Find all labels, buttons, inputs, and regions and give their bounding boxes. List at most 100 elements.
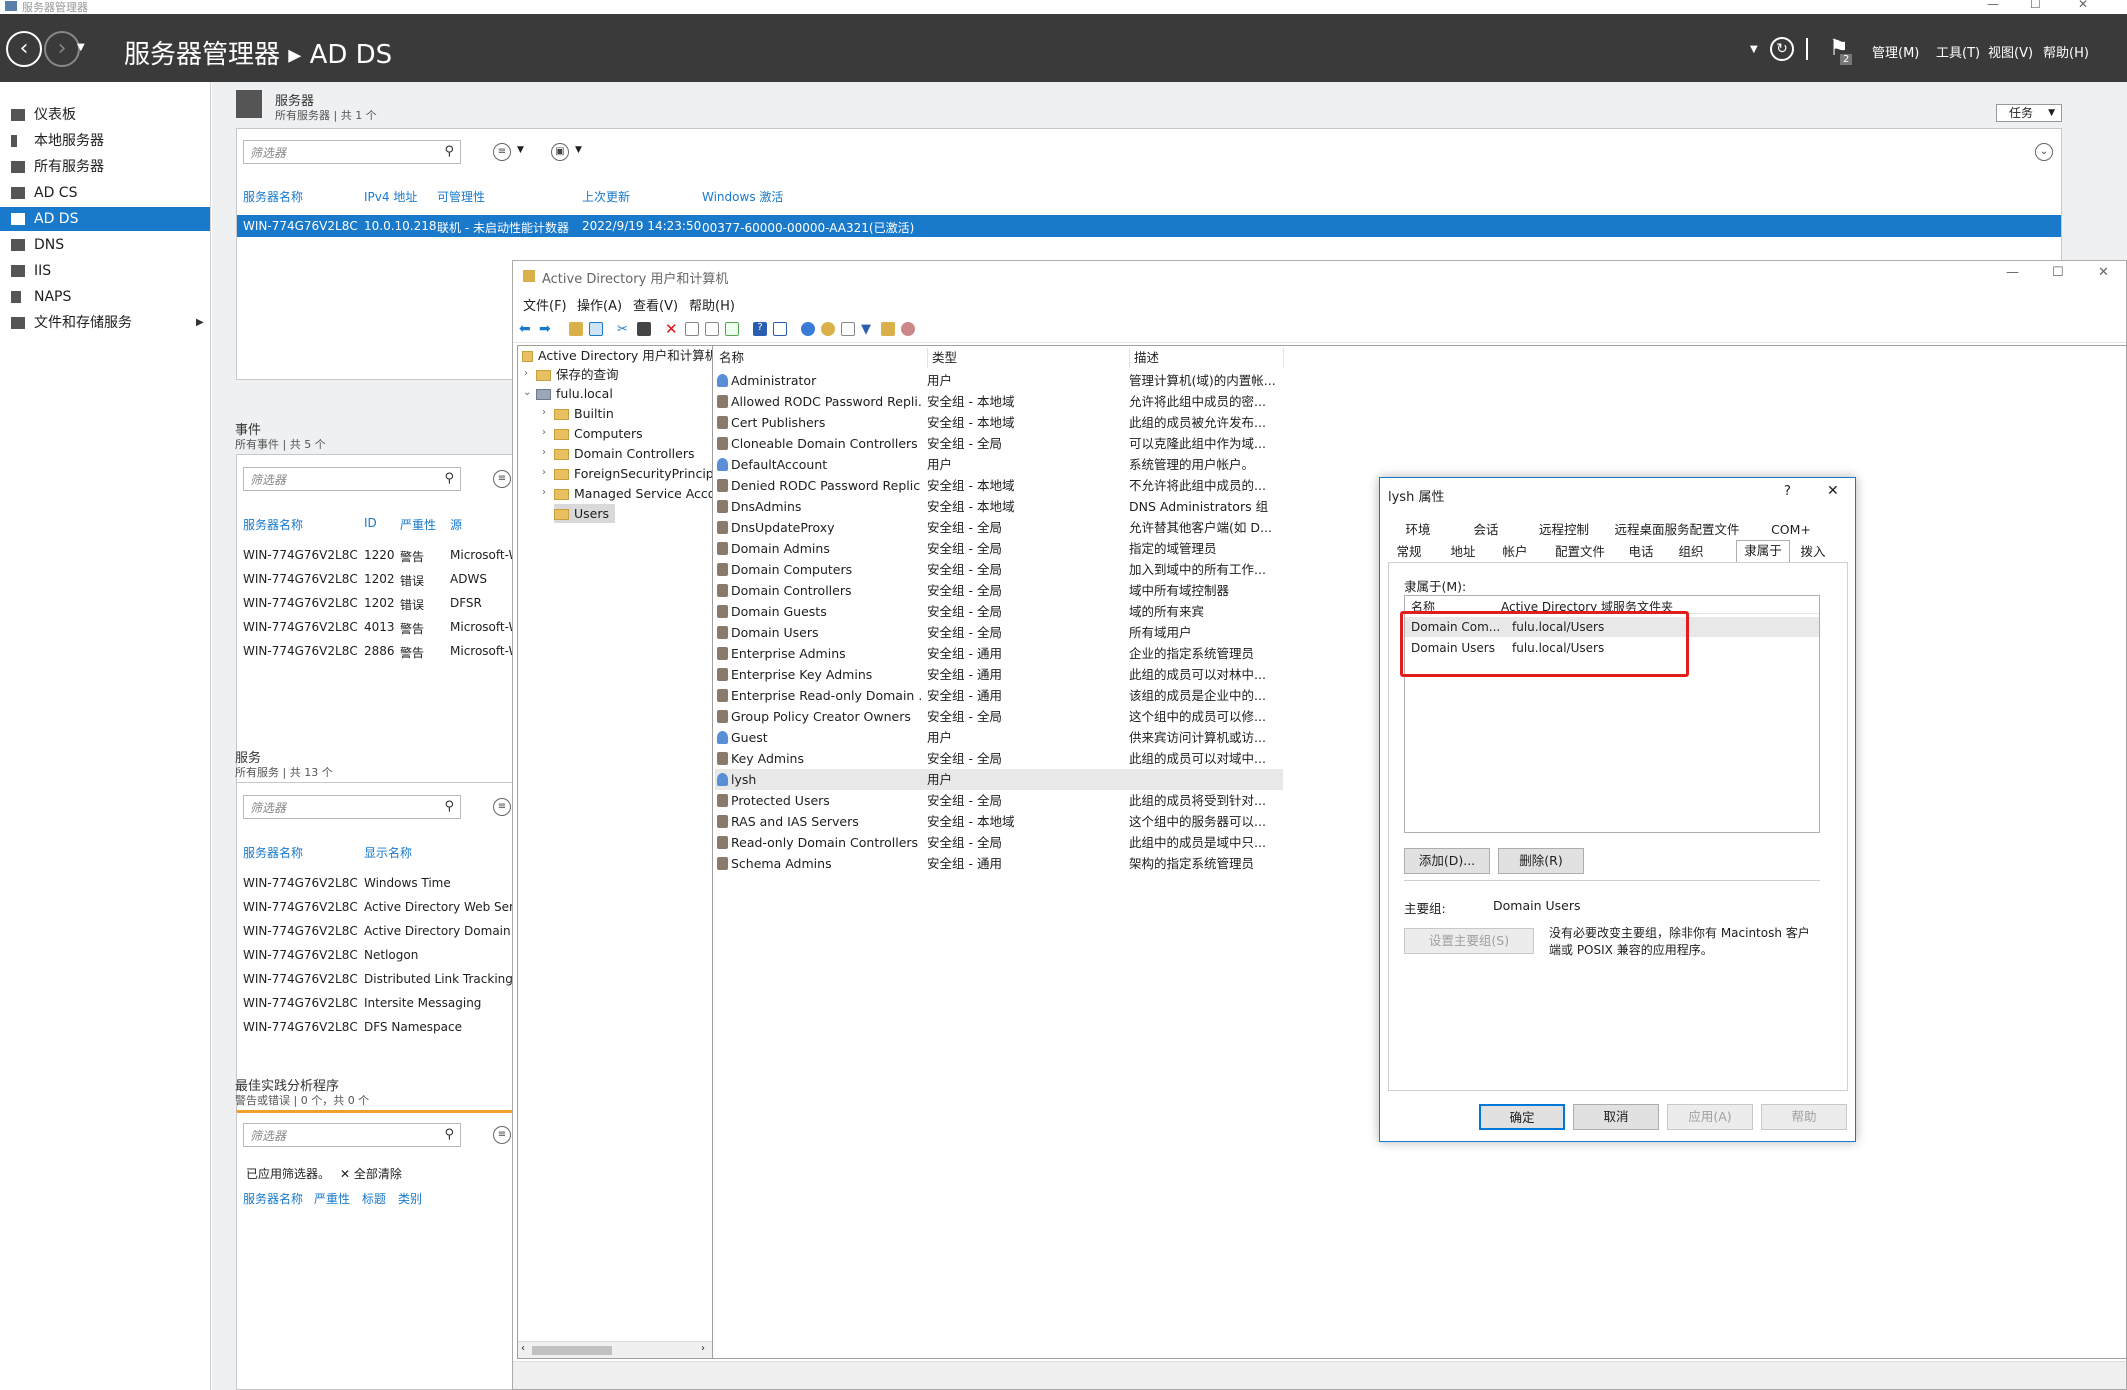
list-item[interactable]: Denied RODC Password Replic... 安全组 - 本地域 不… [715,475,1283,496]
col-severity[interactable]: 严重性 [314,1190,350,1207]
chevron-right-icon[interactable]: › [542,487,546,498]
menu-view[interactable]: 视图(V) [1988,42,2033,61]
sidebar-item-dashboard[interactable]: 仪表板 [0,103,210,127]
menu-manage[interactable]: 管理(M) [1872,42,1919,61]
list-item[interactable]: Domain Users 安全组 - 全局 所有域用户 [715,622,1283,643]
chevron-right-icon[interactable]: › [524,368,528,379]
col-server-name[interactable]: 服务器名称 [243,844,303,861]
tab-profile[interactable]: 配置文件 [1548,542,1612,562]
close-icon[interactable]: ✕ [1827,483,1839,499]
col-category[interactable]: 类别 [398,1190,422,1207]
table-row[interactable]: WIN-774G76V2L8C 4013 警告 Microsoft-W [243,620,526,638]
refresh-icon[interactable]: ↻ [1770,37,1794,61]
list-item[interactable]: Enterprise Key Admins 安全组 - 通用 此组的成员可以对林中.… [715,664,1283,685]
set-primary-group-button[interactable]: 设置主要组(S) [1404,928,1534,954]
tree-builtin[interactable]: Builtin [554,404,614,423]
history-dropdown-icon[interactable]: ▼ [77,42,85,53]
scroll-right-icon[interactable]: › [701,1343,705,1354]
search-icon[interactable]: ⚲ [444,471,454,486]
servers-filter-input[interactable]: 筛选器 ⚲ [243,140,461,164]
up-folder-icon[interactable] [569,322,583,336]
minimize-icon[interactable]: — [1987,0,1999,11]
menu-tools[interactable]: 工具(T) [1936,42,1980,61]
ok-button[interactable]: 确定 [1479,1104,1565,1130]
help-icon[interactable]: ? [753,322,767,336]
list-item[interactable]: RAS and IAS Servers 安全组 - 本地域 这个组中的服务器可以..… [715,811,1283,832]
tab-telephones[interactable]: 电话 [1620,542,1662,562]
bpa-filter-input[interactable]: 筛选器 ⚲ [243,1123,461,1147]
tab-rds-profile[interactable]: 远程桌面服务配置文件 [1606,520,1748,540]
sidebar-item-iis[interactable]: IIS [0,259,210,283]
forward-icon[interactable]: › [44,31,80,67]
col-ipv4[interactable]: IPv4 地址 [364,188,417,205]
list-item[interactable]: Group Policy Creator Owners 安全组 - 全局 这个组中的… [715,706,1283,727]
help-icon[interactable]: ? [1784,484,1791,499]
table-row[interactable]: WIN-774G76V2L8C 1202 错误 ADWS [243,572,526,590]
sidebar-item-all-servers[interactable]: 所有服务器 [0,155,210,179]
horizontal-scrollbar[interactable]: ‹ › [518,1341,712,1358]
tab-remote-control[interactable]: 远程控制 [1530,520,1598,540]
list-item[interactable]: DnsAdmins 安全组 - 本地域 DNS Administrators 组 [715,496,1283,517]
chevron-right-icon[interactable]: › [542,467,546,478]
table-row[interactable]: WIN-774G76V2L8C Windows Time [243,876,526,894]
col-source[interactable]: 源 [450,516,462,533]
tab-dial-in[interactable]: 拨入 [1792,542,1834,562]
tab-general[interactable]: 常规 [1388,542,1430,562]
table-row[interactable]: WIN-774G76V2L8C 1202 错误 DFSR [243,596,526,614]
list-options-icon[interactable]: ≡ [493,798,511,816]
list-item[interactable]: Allowed RODC Password Repli... 安全组 - 本地域 允… [715,391,1283,412]
tree-computers[interactable]: Computers [554,424,643,443]
search-icon[interactable]: ⚲ [444,799,454,814]
list-item[interactable]: Domain Controllers 安全组 - 全局 域中所有域控制器 [715,580,1283,601]
save-query-icon[interactable]: ▣ [551,143,569,161]
export-icon[interactable] [725,322,739,336]
scroll-thumb[interactable] [532,1346,612,1355]
list-item[interactable]: Domain Computers 安全组 - 全局 加入到域中的所有工作... [715,559,1283,580]
delete-icon[interactable]: ✕ [665,322,679,337]
list-item[interactable]: Read-only Domain Controllers 安全组 - 全局 此组中的… [715,832,1283,853]
tasks-button[interactable]: 任务 ▼ [1996,104,2062,122]
menu-action[interactable]: 操作(A) [577,295,622,314]
tab-account[interactable]: 帐户 [1494,542,1536,562]
tab-com[interactable]: COM+ [1764,520,1818,540]
add-to-group-icon[interactable] [901,322,915,336]
properties-icon[interactable] [685,322,699,336]
col-display-name[interactable]: 显示名称 [364,844,412,861]
col-type[interactable]: 类型 [927,348,957,368]
list-item[interactable]: Domain Guests 安全组 - 全局 域的所有来宾 [715,601,1283,622]
apply-button[interactable]: 应用(A) [1667,1104,1753,1130]
list-item[interactable]: DnsUpdateProxy 安全组 - 全局 允许替其他客户端(如 D... [715,517,1283,538]
col-last-update[interactable]: 上次更新 [582,188,630,205]
cut-icon[interactable]: ✂ [617,322,631,337]
list-item[interactable]: Administrator 用户 管理计算机(域)的内置帐... [715,370,1283,391]
tree-saved-queries[interactable]: 保存的查询 [536,365,619,384]
filter-icon[interactable]: ▼ [861,322,875,337]
menu-help[interactable]: 帮助(H) [2043,42,2089,61]
sidebar-item-adds[interactable]: AD DS [0,207,210,231]
list-item[interactable]: Enterprise Admins 安全组 - 通用 企业的指定系统管理员 [715,643,1283,664]
sidebar-item-adcs[interactable]: AD CS [0,181,210,205]
refresh-icon[interactable] [705,322,719,336]
table-row[interactable]: WIN-774G76V2L8C Intersite Messaging [243,996,526,1014]
chevron-down-icon[interactable]: ⌄ [523,387,531,398]
maximize-icon[interactable]: ☐ [2052,265,2064,280]
table-row[interactable]: WIN-774G76V2L8C Active Directory Domain S [243,924,526,942]
menu-help[interactable]: 帮助(H) [689,295,735,314]
list-options-icon[interactable]: ≡ [493,470,511,488]
col-windows-activation[interactable]: Windows 激活 [702,188,783,205]
back-icon[interactable]: ⬅ [519,322,533,336]
sidebar-item-naps[interactable]: NAPS [0,285,210,309]
close-icon[interactable]: ✕ [2098,265,2109,280]
dropdown-icon[interactable]: ▼ [1750,44,1758,55]
search-icon[interactable]: ⚲ [444,144,454,159]
list-item[interactable]: Cert Publishers 安全组 - 本地域 此组的成员被允许发布... [715,412,1283,433]
tree-users[interactable]: Users [554,504,616,523]
close-icon[interactable]: ✕ [2078,0,2088,11]
search-icon[interactable]: ⚲ [444,1127,454,1142]
chevron-down-icon[interactable]: ▼ [575,145,582,155]
sidebar-item-dns[interactable]: DNS [0,233,210,257]
col-name[interactable]: 名称 [719,348,744,368]
new-group-icon[interactable] [821,322,835,336]
col-id[interactable]: ID [364,516,377,530]
tree-managed-service-accounts[interactable]: Managed Service Accounts [554,484,712,503]
